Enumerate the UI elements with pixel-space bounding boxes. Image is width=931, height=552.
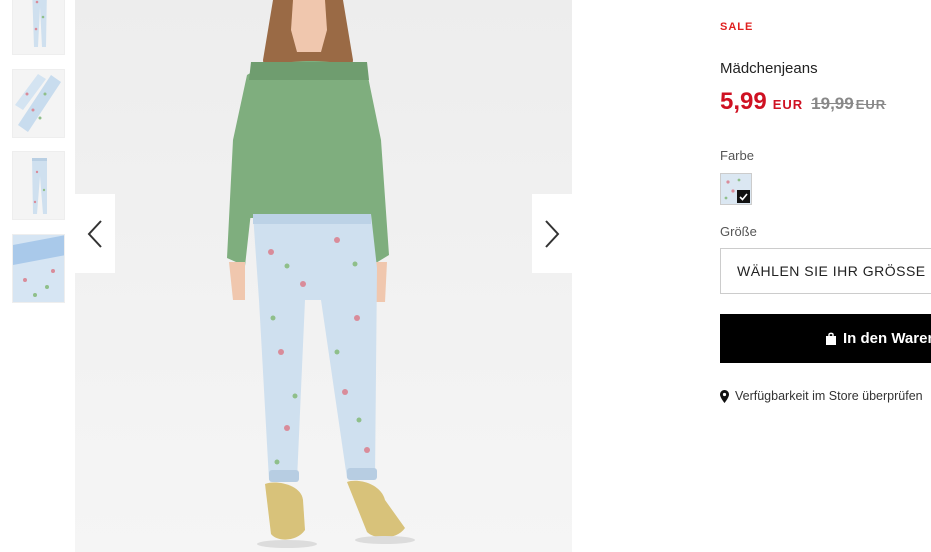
- price-row: 5,99 EUR 19,99 EUR: [720, 88, 886, 116]
- store-availability-link[interactable]: Verfügbarkeit im Store überprüfen: [720, 389, 923, 403]
- color-swatch[interactable]: [720, 173, 752, 205]
- old-price: 19,99: [811, 94, 854, 113]
- main-product-image: [75, 0, 572, 552]
- current-price: 5,99: [720, 88, 767, 115]
- chevron-left-icon: [87, 219, 102, 248]
- size-label: Größe: [720, 224, 757, 239]
- map-pin-icon: [720, 389, 729, 403]
- product-page: SALE Mädchenjeans 5,99 EUR 19,99 EUR Farbe …: [0, 0, 931, 552]
- thumbnail-front[interactable]: [12, 0, 65, 55]
- chevron-right-icon: [545, 219, 560, 248]
- thumbnail-fabric[interactable]: [12, 234, 65, 303]
- current-price-currency: EUR: [772, 97, 804, 112]
- product-title: Mädchenjeans: [720, 60, 818, 77]
- old-price-currency: EUR: [855, 97, 887, 112]
- gallery-next-button[interactable]: [532, 194, 572, 273]
- gallery-prev-button[interactable]: [75, 194, 115, 273]
- add-to-cart-button[interactable]: In den Warenkorb: [720, 314, 931, 363]
- thumbnail-flat[interactable]: [12, 151, 65, 220]
- thumbnail-detail[interactable]: [12, 69, 65, 138]
- store-link-label: Verfügbarkeit im Store überprüfen: [735, 389, 923, 403]
- checkmark-icon: [737, 190, 750, 203]
- size-select[interactable]: WÄHLEN SIE IHR GRÖSSE: [720, 248, 931, 294]
- shopping-bag-icon: [825, 332, 837, 345]
- add-to-cart-label: In den Warenkorb: [843, 330, 931, 347]
- sale-badge: SALE: [720, 21, 754, 33]
- color-label: Farbe: [720, 148, 754, 163]
